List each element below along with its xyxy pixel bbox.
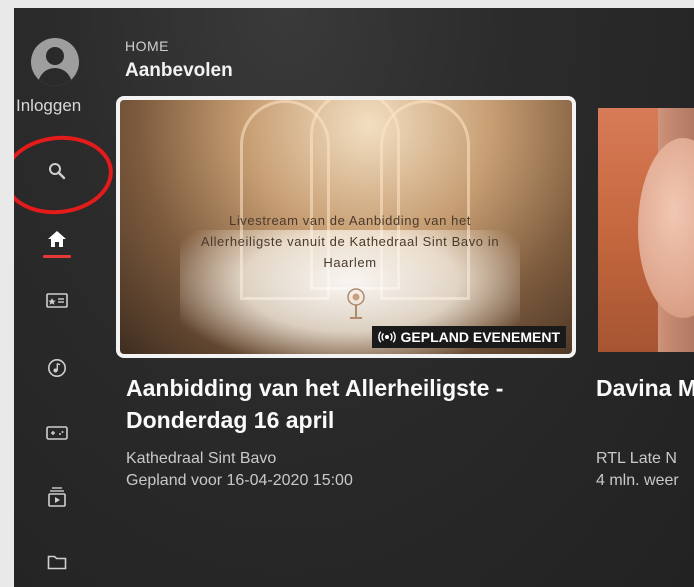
- badge-label: GEPLAND EVENEMENT: [400, 329, 560, 345]
- music-icon: [48, 359, 66, 377]
- home-icon: [48, 231, 66, 247]
- tv-frame-top: [0, 0, 694, 8]
- next-channel-name: RTL Late N: [596, 450, 677, 467]
- avatar[interactable]: [31, 38, 79, 86]
- tv-frame-left: [0, 0, 14, 587]
- sidebar-item-music[interactable]: [44, 355, 70, 381]
- live-broadcast-icon: [377, 331, 396, 343]
- monstrance-emblem: [347, 288, 365, 319]
- scheduled-time: Gepland voor 16-04-2020 15:00: [126, 472, 353, 489]
- thumbnail-caption: Livestream van de Aanbidding van het All…: [200, 213, 500, 270]
- login-label[interactable]: Inloggen: [16, 96, 81, 116]
- scheduled-event-badge: GEPLAND EVENEMENT: [371, 326, 566, 348]
- sidebar-item-library[interactable]: [44, 549, 70, 575]
- next-video-meta: RTL Late N 4 mln. weer: [596, 448, 694, 492]
- featured-video-meta: Kathedraal Sint Bavo Gepland voor 16-04-…: [126, 448, 353, 492]
- featured-video-title[interactable]: Aanbidding van het Allerheiligste - Dond…: [126, 372, 576, 436]
- home-active-indicator: [43, 255, 71, 258]
- sidebar-item-queue[interactable]: [44, 484, 70, 510]
- tv-screen: Inloggen HOME Aanbevolen Livestream van …: [14, 8, 694, 587]
- section-label: HOME: [125, 38, 169, 54]
- featured-video-thumbnail[interactable]: Livestream van de Aanbidding van het All…: [116, 96, 576, 358]
- folder-icon: [47, 555, 67, 570]
- next-view-count: 4 mln. weer: [596, 472, 679, 489]
- next-video-thumbnail[interactable]: [598, 108, 694, 352]
- gaming-icon: [46, 426, 68, 440]
- sidebar-item-home[interactable]: [44, 226, 70, 252]
- channel-name: Kathedraal Sint Bavo: [126, 450, 277, 467]
- subscriptions-icon: [46, 293, 68, 308]
- queue-icon: [48, 487, 66, 507]
- sidebar-item-search[interactable]: [44, 158, 70, 184]
- search-icon: [49, 163, 66, 180]
- next-video-title[interactable]: Davina M 'Jealous: [596, 372, 694, 404]
- sidebar-item-subscriptions[interactable]: [44, 287, 70, 313]
- page-title: Aanbevolen: [125, 60, 233, 81]
- sidebar-item-gaming[interactable]: [44, 420, 70, 446]
